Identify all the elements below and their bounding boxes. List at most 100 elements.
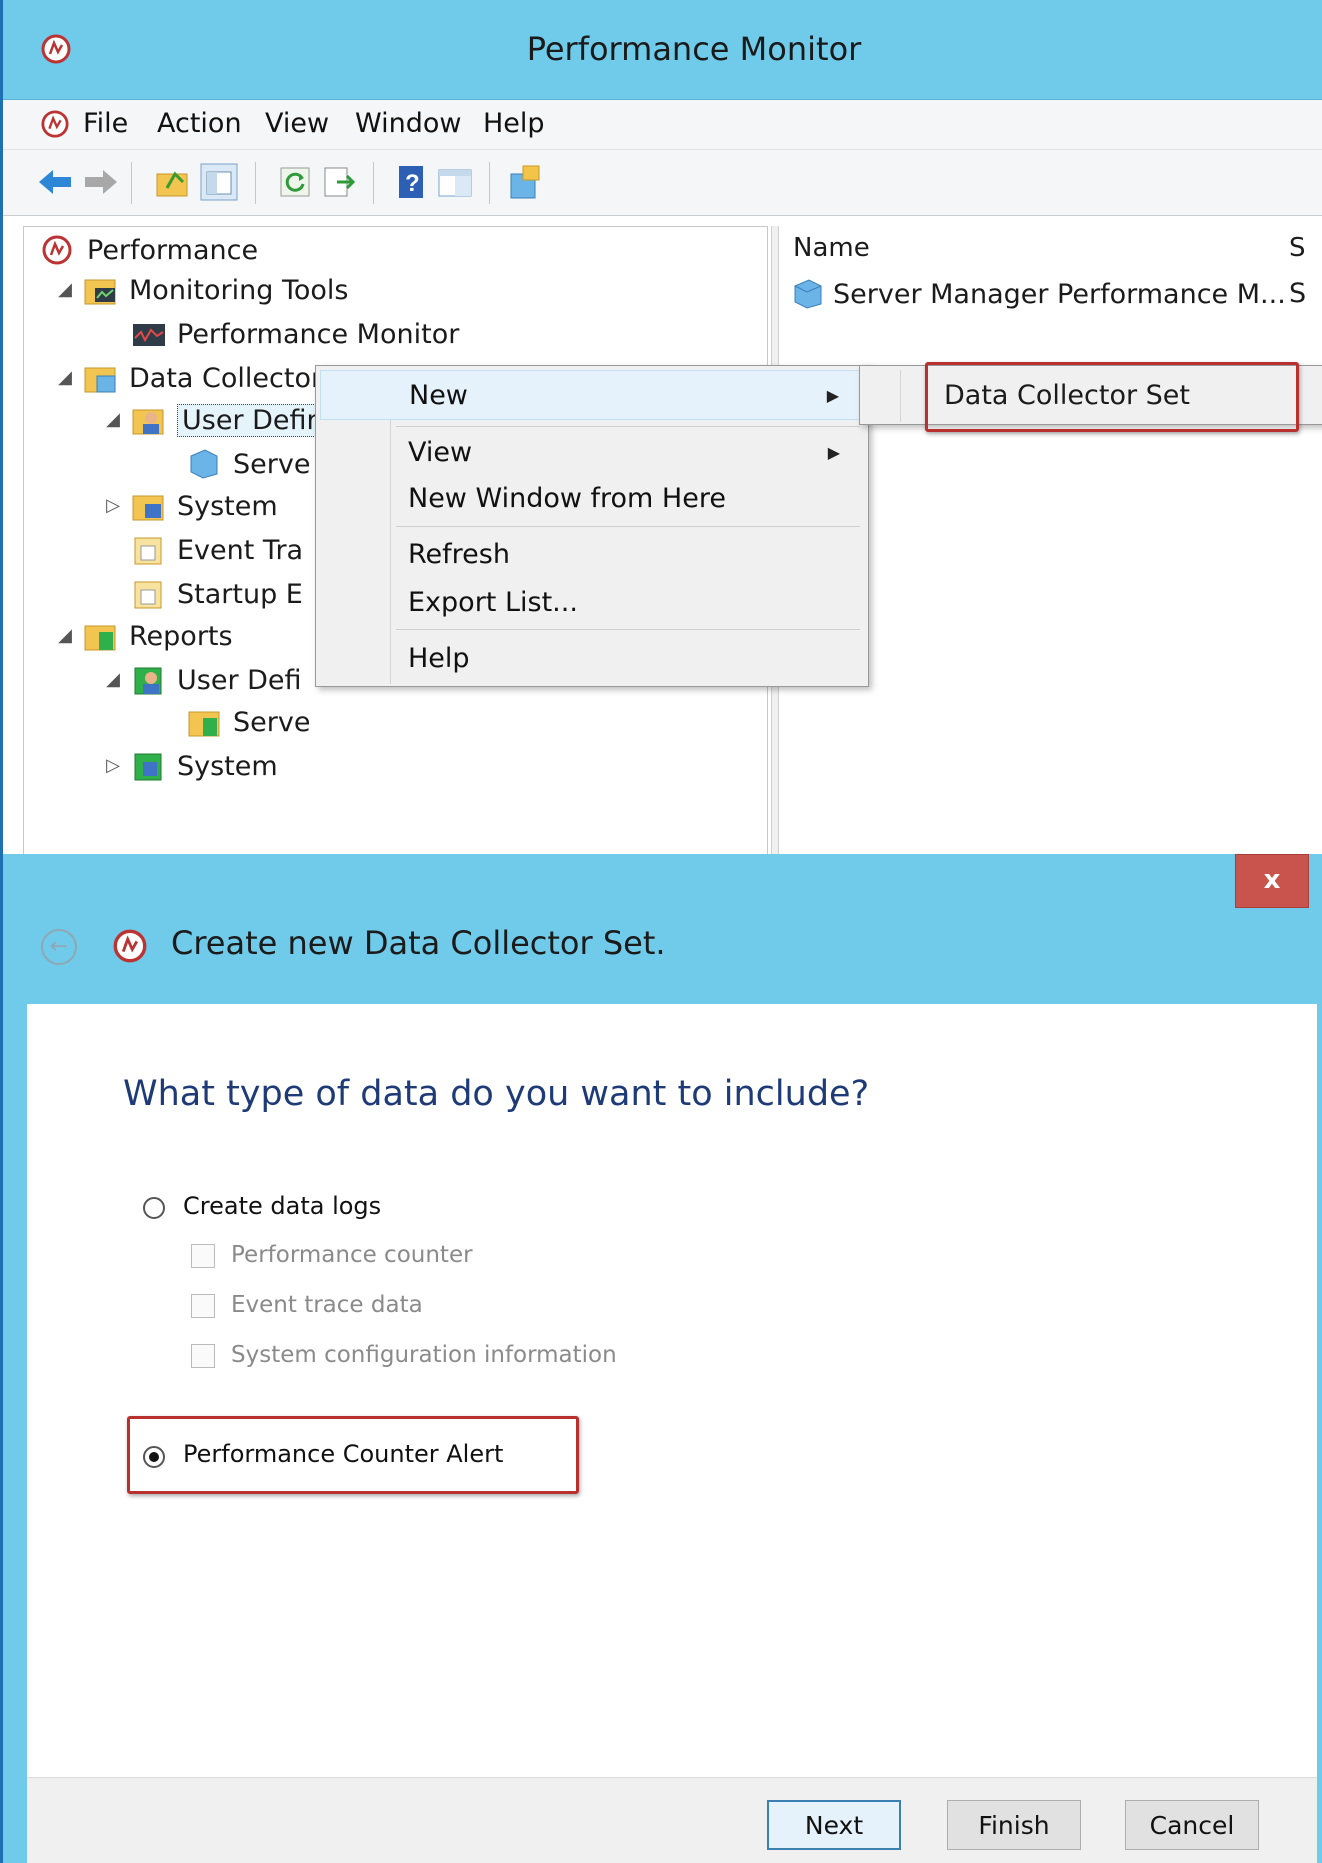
- radio-performance-counter-alert[interactable]: [143, 1446, 165, 1468]
- tree-item-performance[interactable]: Performance: [41, 230, 258, 270]
- menu-item-view[interactable]: View ▶: [320, 428, 864, 478]
- list-item-status: S: [1289, 278, 1307, 309]
- tree-item-performance-monitor[interactable]: Performance Monitor: [131, 314, 459, 354]
- tree-item-monitoring-tools[interactable]: ◢ Monitoring Tools: [55, 270, 348, 310]
- export-list-icon[interactable]: [319, 162, 359, 202]
- reports-user-icon: [134, 667, 162, 695]
- data-collector-sets-folder-icon: [84, 367, 116, 393]
- perfmon-icon: [113, 929, 147, 963]
- collapsed-arrow-icon[interactable]: ▷: [103, 756, 123, 776]
- menu-item-refresh[interactable]: Refresh: [320, 530, 864, 580]
- annotation-highlight: [925, 362, 1299, 432]
- tree-item-reports[interactable]: ◢ Reports: [55, 616, 233, 656]
- option-label: Performance Counter Alert: [183, 1440, 504, 1468]
- checkbox-label: Event trace data: [231, 1292, 423, 1318]
- expanded-arrow-icon[interactable]: ◢: [103, 670, 123, 690]
- submenu-arrow-icon: ▶: [826, 386, 839, 405]
- tree-item-server-set[interactable]: Serve: [187, 444, 310, 484]
- menu-action[interactable]: Action: [157, 108, 242, 139]
- menu-help[interactable]: Help: [483, 108, 545, 139]
- menu-window[interactable]: Window: [355, 108, 461, 139]
- tree-item-system[interactable]: ▷ System: [103, 486, 278, 526]
- tree-item-label: Reports: [129, 620, 233, 652]
- column-header-status[interactable]: S: [1289, 226, 1306, 270]
- performance-monitor-window: Performance Monitor File Action View Win…: [0, 0, 1322, 854]
- new-collector-icon[interactable]: [505, 162, 545, 202]
- tree-item-reports-system[interactable]: ▷ System: [103, 746, 278, 786]
- expanded-arrow-icon[interactable]: ◢: [55, 280, 75, 300]
- menu-item-label: Help: [408, 643, 470, 674]
- checkbox-event-trace[interactable]: [191, 1294, 215, 1318]
- context-menu: New ▶ View ▶ New Window from Here Refres…: [315, 365, 869, 687]
- expanded-arrow-icon[interactable]: ◢: [103, 410, 123, 430]
- forward-arrow-icon[interactable]: [81, 162, 121, 202]
- tree-item-startup-event[interactable]: Startup E: [131, 574, 303, 614]
- menu-item-label: View: [408, 437, 473, 468]
- tree-item-label: User Defi: [177, 664, 302, 696]
- perfmon-icon: [42, 235, 72, 265]
- menu-item-new[interactable]: New ▶: [320, 370, 864, 420]
- tree-item-event-trace[interactable]: Event Tra: [131, 530, 303, 570]
- menu-gutter: [900, 370, 901, 422]
- toolbar: ?: [3, 150, 1322, 216]
- tree-item-label: Serve: [233, 448, 311, 480]
- refresh-icon[interactable]: [275, 162, 315, 202]
- window-title: Performance Monitor: [526, 30, 862, 68]
- next-button[interactable]: Next: [767, 1800, 901, 1850]
- menu-item-label: Export List...: [408, 587, 578, 618]
- toolbar-separator: [373, 162, 374, 204]
- up-folder-icon[interactable]: [153, 162, 193, 202]
- menu-view[interactable]: View: [265, 108, 329, 139]
- data-collector-set-icon: [190, 449, 218, 479]
- tree-item-reports-server[interactable]: Serve: [187, 702, 310, 742]
- menu-item-export-list[interactable]: Export List...: [320, 578, 864, 628]
- reports-folder-icon: [84, 625, 116, 651]
- back-arrow-icon[interactable]: ←: [41, 929, 77, 965]
- radio-create-data-logs[interactable]: [143, 1197, 165, 1219]
- tree-item-label: Serve: [233, 706, 311, 738]
- cancel-button[interactable]: Cancel: [1125, 1800, 1259, 1850]
- system-folder-icon: [132, 495, 164, 521]
- perfmon-menu-icon[interactable]: [41, 110, 69, 138]
- checkbox-label: System configuration information: [231, 1342, 617, 1368]
- data-collector-set-icon: [794, 279, 822, 309]
- tree-item-label: Event Tra: [177, 534, 304, 566]
- monitoring-tools-folder-icon: [84, 279, 116, 305]
- menu-item-label: Refresh: [408, 539, 510, 570]
- expanded-arrow-icon[interactable]: ◢: [55, 368, 75, 388]
- show-hide-tree-icon[interactable]: [199, 162, 239, 202]
- tree-item-label: System: [177, 750, 278, 782]
- menu-item-help[interactable]: Help: [320, 634, 864, 684]
- menu-separator: [396, 526, 860, 527]
- toolbar-separator: [489, 162, 490, 204]
- tree-item-reports-user-defined[interactable]: ◢ User Defi: [103, 660, 302, 700]
- back-arrow-icon[interactable]: [35, 162, 75, 202]
- report-folder-icon: [188, 711, 220, 737]
- dialog-footer: Next Finish Cancel: [27, 1777, 1317, 1863]
- checkbox-system-configuration[interactable]: [191, 1344, 215, 1368]
- expanded-arrow-icon[interactable]: ◢: [55, 626, 75, 646]
- close-button[interactable]: x: [1235, 854, 1309, 908]
- column-header-name[interactable]: Name: [793, 226, 870, 270]
- collapsed-arrow-icon[interactable]: ▷: [103, 496, 123, 516]
- menu-file[interactable]: File: [83, 108, 128, 139]
- menu-item-label: New Window from Here: [408, 483, 726, 514]
- help-icon[interactable]: ?: [391, 162, 431, 202]
- menu-item-new-window[interactable]: New Window from Here: [320, 474, 864, 524]
- svg-text:?: ?: [405, 170, 420, 197]
- reports-system-icon: [134, 753, 162, 781]
- menu-separator: [396, 426, 860, 427]
- list-item[interactable]: Server Manager Performance M...: [791, 274, 1286, 314]
- finish-button[interactable]: Finish: [947, 1800, 1081, 1850]
- tree-item-label: Performance: [87, 234, 259, 266]
- tree-item-label: Performance Monitor: [177, 318, 460, 350]
- checkbox-performance-counter[interactable]: [191, 1244, 215, 1268]
- toolbar-separator: [131, 162, 132, 204]
- properties-pane-icon[interactable]: [435, 162, 475, 202]
- page-question: What type of data do you want to include…: [123, 1074, 870, 1114]
- tree-item-label: Startup E: [177, 578, 303, 610]
- title-bar: Performance Monitor: [3, 0, 1322, 100]
- dialog-body: What type of data do you want to include…: [27, 1004, 1317, 1777]
- menu-bar: File Action View Window Help: [3, 100, 1322, 150]
- menu-item-label: New: [409, 380, 468, 411]
